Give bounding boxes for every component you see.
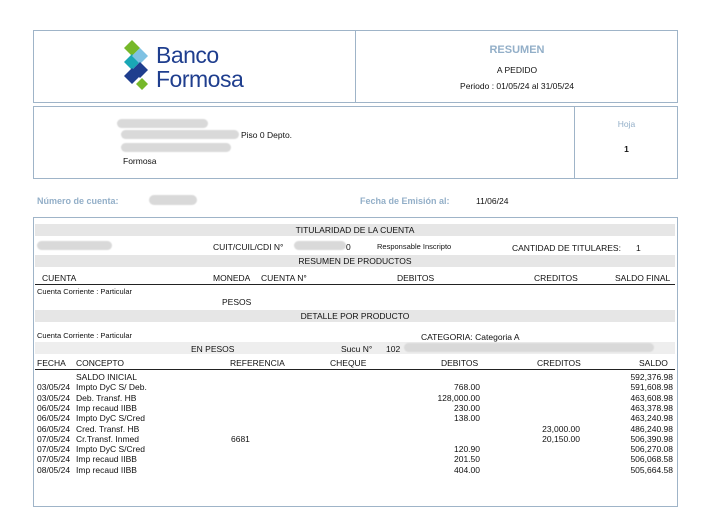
- summary-title: RESUMEN: [489, 44, 545, 56]
- header-check: CHEQUE: [330, 358, 367, 368]
- header-credits: CREDITOS: [537, 358, 581, 368]
- ps-header-credits: CREDITOS: [534, 273, 578, 283]
- row-balance: 592,376.98: [630, 372, 673, 382]
- row-date: 07/05/24: [37, 433, 71, 444]
- cuit-label: CUIT/CUIL/CDI N°: [213, 242, 284, 252]
- row-date: 06/05/24: [37, 413, 71, 424]
- bank-logo-mark-icon: [124, 40, 148, 90]
- detail-category: CATEGORIA: Categoria A: [421, 332, 520, 342]
- row-concept: Impto DyC S/Cred: [76, 413, 145, 424]
- row-balance: 506,068.58: [630, 454, 673, 465]
- row-date: 08/05/24: [37, 464, 71, 475]
- detail-currency: EN PESOS: [191, 344, 235, 354]
- row-debit: 128,000.00: [437, 392, 480, 403]
- row-debit: 768.00: [454, 382, 480, 393]
- redacted-account-number: [149, 195, 197, 205]
- row-balance: 506,270.08: [630, 444, 673, 455]
- row-debit: 120.90: [454, 444, 480, 455]
- redacted-street: [121, 130, 239, 139]
- row-balance: 505,664.58: [630, 464, 673, 475]
- row-date: 03/05/24: [37, 392, 71, 403]
- row-date: 06/05/24: [37, 402, 71, 413]
- header-balance: SALDO: [639, 358, 668, 368]
- account-number-label: Número de cuenta:: [37, 196, 119, 206]
- ps-header-account: CUENTA: [42, 273, 77, 283]
- tax-status: Responsable Inscripto: [377, 242, 452, 251]
- redacted-cuit: [294, 241, 346, 250]
- summary-period: Periodo : 01/05/24 al 31/05/24: [460, 81, 574, 91]
- row-credit: 20,150.00: [542, 433, 580, 444]
- row-concept: Imp recaud IIBB: [76, 454, 137, 465]
- ps-header-balance: SALDO FINAL: [615, 273, 671, 283]
- detail-title: DETALLE POR PRODUCTO: [300, 311, 410, 321]
- row-concept: Cr.Transf. Inmed: [76, 433, 139, 444]
- header-concept: CONCEPTO: [76, 358, 125, 368]
- detail-account-type: Cuenta Corriente : Particular: [37, 331, 133, 340]
- address-city: Formosa: [123, 156, 157, 166]
- ps-currency: PESOS: [222, 297, 252, 307]
- row-date: 06/05/24: [37, 423, 71, 434]
- ps-header-account-no: CUENTA N°: [261, 273, 307, 283]
- row-concept: Imp recaud IIBB: [76, 464, 137, 475]
- row-debit: 201.50: [454, 454, 480, 465]
- ps-header-rule: [35, 284, 675, 285]
- row-date: 07/05/24: [37, 444, 71, 455]
- ps-account-type: Cuenta Corriente : Particular: [37, 287, 133, 296]
- row-balance: 486,240.98: [630, 423, 673, 434]
- redacted-locality: [121, 143, 231, 152]
- issue-date-label: Fecha de Emisión al:: [360, 196, 450, 206]
- ps-header-currency: MONEDA: [213, 273, 251, 283]
- detail-branch-label: Sucu N°: [341, 344, 373, 354]
- redacted-holder: [37, 241, 112, 250]
- issue-date-value: 11/06/24: [476, 196, 509, 206]
- products-summary-title: RESUMEN DE PRODUCTOS: [298, 256, 412, 266]
- cuit-tail: 0: [346, 242, 351, 252]
- row-balance: 506,390.98: [630, 433, 673, 444]
- row-concept: Cred. Transf. HB: [76, 423, 140, 434]
- bank-name-line2: Formosa: [156, 66, 244, 92]
- row-concept: Impto DyC S/ Deb.: [76, 382, 147, 393]
- table-row: 08/05/24 Imp recaud IIBB 404.00 505,664.58: [37, 465, 677, 476]
- redacted-branch-detail: [404, 343, 654, 352]
- detail-branch-value: 102: [386, 344, 401, 354]
- summary-subtitle: A PEDIDO: [496, 65, 538, 75]
- holders-value: 1: [636, 243, 641, 253]
- sheet-value: 1: [624, 144, 629, 154]
- row-balance: 463,240.98: [630, 413, 673, 424]
- row-concept: Impto DyC S/Cred: [76, 444, 145, 455]
- row-concept: SALDO INICIAL: [76, 372, 137, 382]
- ps-header-debits: DEBITOS: [397, 273, 435, 283]
- detail-header-rule: [35, 369, 675, 370]
- address-floor: Piso 0 Depto.: [241, 130, 293, 140]
- row-reference: 6681: [231, 433, 250, 444]
- sheet-label: Hoja: [617, 119, 636, 129]
- row-concept: Imp recaud IIBB: [76, 402, 137, 413]
- row-debit: 230.00: [454, 402, 480, 413]
- header-date: FECHA: [37, 358, 66, 368]
- holders-label: CANTIDAD DE TITULARES:: [512, 243, 621, 253]
- row-debit: 138.00: [454, 413, 480, 424]
- address-divider: [574, 106, 575, 179]
- header-reference: REFERENCIA: [230, 358, 285, 368]
- row-debit: 404.00: [454, 464, 480, 475]
- bank-logo: Banco Formosa: [122, 38, 262, 96]
- row-balance: 463,378.98: [630, 402, 673, 413]
- redacted-name: [117, 119, 208, 128]
- bank-name-line1: Banco: [156, 42, 219, 68]
- ownership-title: TITULARIDAD DE LA CUENTA: [295, 225, 415, 235]
- detail-header-row: FECHA CONCEPTO REFERENCIA CHEQUE DEBITOS…: [37, 358, 677, 369]
- row-concept: Deb. Transf. HB: [76, 392, 137, 403]
- row-date: 07/05/24: [37, 454, 71, 465]
- row-date: 03/05/24: [37, 382, 71, 393]
- header-debits: DEBITOS: [441, 358, 479, 368]
- row-credit: 23,000.00: [542, 423, 580, 434]
- row-balance: 591,608.98: [630, 382, 673, 393]
- row-balance: 463,608.98: [630, 392, 673, 403]
